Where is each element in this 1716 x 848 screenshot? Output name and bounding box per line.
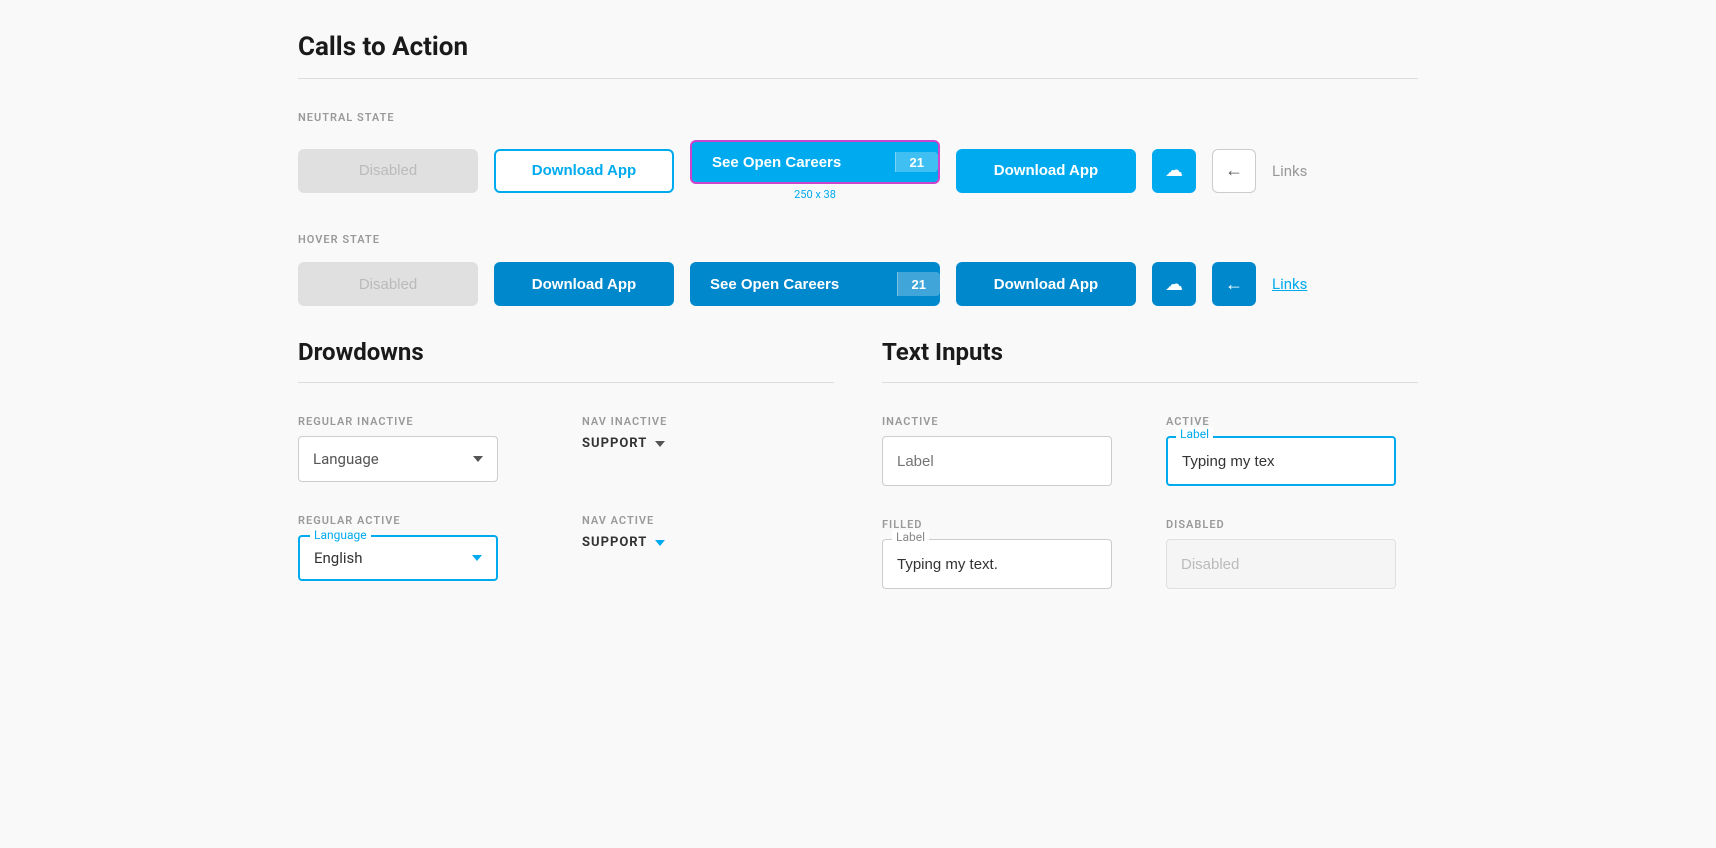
dropdowns-divider <box>298 382 834 383</box>
active-input-wrapper: Label <box>1166 436 1396 486</box>
outline-download-button-hover[interactable]: Download App <box>494 262 674 306</box>
filled-input-group: FILLED Label <box>882 518 1134 589</box>
links-link-neutral[interactable]: Links <box>1272 162 1307 180</box>
active-chevron-down-icon <box>472 555 482 561</box>
disabled-input-label: DISABLED <box>1166 518 1418 531</box>
regular-active-dropdown[interactable]: Language English <box>298 535 498 581</box>
hover-state-label: HOVER STATE <box>298 233 1418 246</box>
nav-inactive-value: SUPPORT <box>582 436 647 451</box>
see-open-careers-button-hover[interactable]: See Open Careers 21 <box>690 262 940 306</box>
text-inputs-title: Text Inputs <box>882 338 1418 366</box>
regular-inactive-group: REGULAR INACTIVE Language <box>298 415 550 482</box>
see-open-careers-button[interactable]: See Open Careers 21 <box>690 140 940 184</box>
regular-inactive-label: REGULAR INACTIVE <box>298 415 550 428</box>
disabled-input-wrapper <box>1166 539 1396 589</box>
disabled-input <box>1166 539 1396 589</box>
inactive-input-label: INACTIVE <box>882 415 1134 428</box>
disabled-input-group: DISABLED <box>1166 518 1418 589</box>
page-title: Calls to Action <box>298 32 1418 62</box>
active-input[interactable] <box>1166 436 1396 486</box>
back-arrow-icon: ← <box>1225 160 1243 181</box>
cloud-download-icon: ☁ <box>1165 160 1183 181</box>
text-inputs-section: Text Inputs INACTIVE ACTIVE Label <box>882 338 1418 589</box>
filled-input-wrapper: Label <box>882 539 1112 589</box>
regular-active-value: English <box>314 549 363 567</box>
careers-badge: 21 <box>895 152 938 172</box>
back-arrow-button-hover[interactable]: ← <box>1212 262 1256 306</box>
back-arrow-button[interactable]: ← <box>1212 149 1256 193</box>
nav-inactive-label: NAV INACTIVE <box>582 415 834 428</box>
floating-language-label: Language <box>310 528 371 542</box>
size-label: 250 x 38 <box>794 188 836 201</box>
filled-floating-label: Label <box>892 530 929 544</box>
nav-inactive-group: NAV INACTIVE SUPPORT <box>582 415 834 482</box>
regular-inactive-dropdown[interactable]: Language <box>298 436 498 482</box>
inactive-input-group: INACTIVE <box>882 415 1134 486</box>
inactive-input-wrapper <box>882 436 1112 486</box>
outline-download-button[interactable]: Download App <box>494 149 674 193</box>
regular-active-label: REGULAR ACTIVE <box>298 514 550 527</box>
nav-active-dropdown[interactable]: SUPPORT <box>582 535 834 550</box>
primary-download-button-hover[interactable]: Download App <box>956 262 1136 306</box>
inputs-grid: INACTIVE ACTIVE Label FILLED <box>882 415 1418 589</box>
careers-badge-hover: 21 <box>897 272 940 296</box>
regular-active-group: REGULAR ACTIVE Language English <box>298 514 550 581</box>
cloud-download-icon-hover: ☁ <box>1165 274 1183 295</box>
links-link-hover[interactable]: Links <box>1272 275 1307 293</box>
careers-btn-text: See Open Careers <box>712 154 841 171</box>
filled-input[interactable] <box>882 539 1112 589</box>
neutral-state-label: NEUTRAL STATE <box>298 111 1418 124</box>
dropdowns-title: Drowdowns <box>298 338 834 366</box>
hover-state-row: Disabled Download App See Open Careers 2… <box>298 262 1418 306</box>
back-arrow-icon-hover: ← <box>1225 274 1243 295</box>
nav-active-chevron-icon <box>655 540 665 546</box>
inactive-input[interactable] <box>882 436 1112 486</box>
primary-download-button[interactable]: Download App <box>956 149 1136 193</box>
download-icon-button-hover[interactable]: ☁ <box>1152 262 1196 306</box>
section-divider <box>298 78 1418 79</box>
nav-active-group: NAV ACTIVE SUPPORT <box>582 514 834 581</box>
nav-active-value: SUPPORT <box>582 535 647 550</box>
active-input-group: ACTIVE Label <box>1166 415 1418 486</box>
chevron-down-icon <box>473 456 483 462</box>
bottom-grid: Drowdowns REGULAR INACTIVE Language NAV … <box>298 338 1418 589</box>
download-icon-button[interactable]: ☁ <box>1152 149 1196 193</box>
nav-inactive-dropdown[interactable]: SUPPORT <box>582 436 834 451</box>
nav-chevron-down-icon <box>655 441 665 447</box>
dropdown-grid: REGULAR INACTIVE Language NAV INACTIVE S… <box>298 415 834 581</box>
careers-button-wrapper: See Open Careers 21 250 x 38 <box>690 140 940 201</box>
disabled-button-neutral: Disabled <box>298 149 478 193</box>
careers-btn-text-hover: See Open Careers <box>710 276 839 293</box>
dropdowns-section: Drowdowns REGULAR INACTIVE Language NAV … <box>298 338 834 589</box>
active-floating-label: Label <box>1176 427 1213 441</box>
nav-active-label: NAV ACTIVE <box>582 514 834 527</box>
disabled-button-hover: Disabled <box>298 262 478 306</box>
regular-inactive-value: Language <box>313 450 379 468</box>
neutral-state-row: Disabled Download App See Open Careers 2… <box>298 140 1418 201</box>
text-inputs-divider <box>882 382 1418 383</box>
